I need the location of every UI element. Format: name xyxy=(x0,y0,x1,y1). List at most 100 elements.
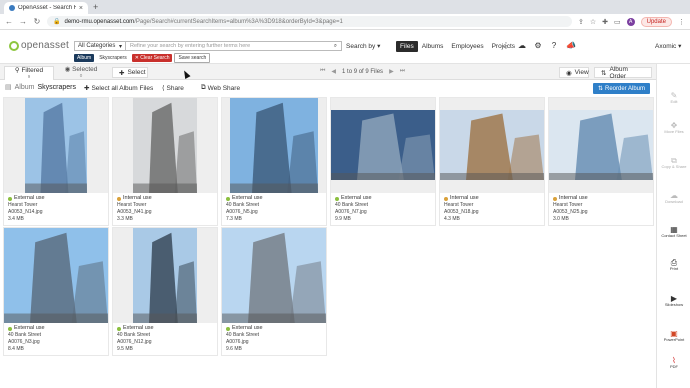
back-icon[interactable]: ← xyxy=(5,17,13,26)
help-icon[interactable]: ? xyxy=(550,41,558,50)
file-card[interactable]: Internal use Hearst Tower A0053_N41.jpg 3.3… xyxy=(112,97,218,226)
usage-label: External use xyxy=(123,325,154,331)
more-vertical-icon[interactable]: ⋮ xyxy=(502,41,510,50)
file-card[interactable]: Internal use Hearst Tower A0053_N25.jpg 3.0… xyxy=(548,97,654,226)
file-thumbnail[interactable] xyxy=(222,228,326,323)
move-files-tool[interactable]: ✥ Move Files xyxy=(657,121,690,134)
nav-albums[interactable]: Albums xyxy=(418,41,448,52)
save-search-button[interactable]: Save search xyxy=(174,53,211,63)
file-thumbnail[interactable] xyxy=(113,98,217,193)
search-icon[interactable]: ⌕ xyxy=(334,43,337,50)
web-share-button[interactable]: ⧉ Web Share xyxy=(201,84,240,92)
tab-selected[interactable]: ◉ Selected 0 xyxy=(56,66,106,80)
file-name: A0076.jpg xyxy=(226,339,249,345)
clear-search-button[interactable]: ✕ Clear Search xyxy=(131,54,173,62)
select-button[interactable]: ✚ Select xyxy=(112,67,148,78)
file-thumbnail[interactable] xyxy=(4,228,108,323)
share-page-icon[interactable]: ⇪ xyxy=(578,18,584,26)
move-icon: ✥ xyxy=(670,121,678,130)
browser-menu-icon[interactable]: ⋮ xyxy=(678,18,685,26)
main-nav: Files Albums Employees Projects xyxy=(396,41,519,52)
view-button[interactable]: ◉ View xyxy=(559,67,589,78)
clear-search-label: Clear Search xyxy=(140,55,170,61)
next-page-icon[interactable]: ▶ xyxy=(389,68,394,75)
file-meta: External use 40 Bank Street A0076_N12.jpg 9… xyxy=(117,325,154,353)
file-card[interactable]: External use 40 Bank Street A0076_N7.jpg 9.… xyxy=(330,97,436,226)
prev-page-icon[interactable]: ◀ xyxy=(331,68,336,75)
user-menu[interactable]: Axomic ▾ xyxy=(655,42,681,50)
last-page-icon[interactable]: ⏭ xyxy=(400,68,405,75)
browser-tab[interactable]: OpenAsset - Search Results × xyxy=(4,2,88,14)
address-bar[interactable]: 🔒 demo-rmu.openasset.com/Page/Search#cur… xyxy=(47,16,572,27)
file-name: A0076_N3.jpg xyxy=(8,339,40,345)
file-card[interactable]: Internal use Hearst Tower A0053_N18.jpg 4.3… xyxy=(439,97,545,226)
user-name: Axomic xyxy=(655,43,677,50)
grid-icon: ▦ xyxy=(670,225,678,234)
bookmark-star-icon[interactable]: ☆ xyxy=(590,18,596,26)
project-name: 40 Bank Street xyxy=(226,202,260,208)
album-order-button[interactable]: ⇅ Album Order xyxy=(594,66,652,80)
powerpoint-tool[interactable]: ▣ PowerPoint xyxy=(657,330,690,342)
usage-status: External use xyxy=(8,325,45,332)
edit-label: Edit xyxy=(670,98,678,104)
edit-tool[interactable]: ✎ Edit xyxy=(657,92,690,104)
sort-icon: ⇅ xyxy=(601,69,607,77)
file-thumbnail[interactable] xyxy=(331,98,435,193)
file-card[interactable]: External use 40 Bank Street A0076_N5.jpg 7.… xyxy=(221,97,327,226)
search-input[interactable]: Refine your search by entering further t… xyxy=(126,41,342,51)
profile-avatar[interactable]: A xyxy=(626,17,635,26)
announcement-icon[interactable]: 📣 xyxy=(566,41,576,50)
file-card[interactable]: External use 40 Bank Street A0076_N12.jpg 9… xyxy=(112,227,218,356)
category-select[interactable]: All Categories ▾ xyxy=(74,41,126,51)
extensions-icon[interactable]: ✚ xyxy=(602,18,608,26)
download-tool[interactable]: ☁ Download xyxy=(657,192,690,204)
browser-toolbar: ← → ↻ 🔒 demo-rmu.openasset.com/Page/Sear… xyxy=(0,14,690,30)
select-icon: ✚ xyxy=(119,69,125,77)
update-button[interactable]: Update xyxy=(640,16,672,27)
nav-files[interactable]: Files xyxy=(396,41,418,52)
share-button[interactable]: ⟨ Share xyxy=(162,84,184,93)
slideshow-tool[interactable]: ▶ Slideshow xyxy=(657,295,690,307)
tab-filtered[interactable]: ⚲ Filtered 9 xyxy=(4,66,54,80)
project-name: 40 Bank Street xyxy=(117,332,151,338)
file-name: A0076_N12.jpg xyxy=(117,339,152,345)
contact-sheet-tool[interactable]: ▦ Contact Sheet xyxy=(657,225,690,238)
file-thumbnail[interactable] xyxy=(222,98,326,193)
selected-count: 0 xyxy=(79,73,83,78)
file-thumbnail[interactable] xyxy=(4,98,108,193)
file-thumbnail[interactable] xyxy=(113,228,217,323)
select-all-button[interactable]: ✚ Select all Album Files xyxy=(84,84,153,93)
sidebar-icon[interactable]: ▭ xyxy=(614,18,621,26)
upload-cloud-icon[interactable]: ☁ xyxy=(518,41,526,50)
new-tab-button[interactable]: + xyxy=(93,2,98,12)
usage-label: External use xyxy=(232,195,263,201)
reorder-album-button[interactable]: ⇅ Reorder Album xyxy=(593,83,650,94)
settings-gear-icon[interactable]: ⚙ xyxy=(534,41,542,50)
selected-text: Selected xyxy=(72,66,98,73)
forward-icon[interactable]: → xyxy=(19,17,27,26)
file-card[interactable]: External use 40 Bank Street A0076_N3.jpg 8.… xyxy=(3,227,109,356)
file-name: A0076_N5.jpg xyxy=(226,209,258,215)
file-thumbnail[interactable] xyxy=(549,98,653,193)
lock-icon: 🔒 xyxy=(53,19,61,25)
category-select-value: All Categories xyxy=(78,43,116,49)
file-thumbnail[interactable] xyxy=(440,98,544,193)
openasset-logo[interactable]: openasset xyxy=(9,40,69,51)
usage-label: External use xyxy=(232,325,263,331)
print-tool[interactable]: ⎙ Print xyxy=(657,259,690,271)
file-card[interactable]: External use 40 Bank Street A0076.jpg 9.6 M… xyxy=(221,227,327,356)
file-card[interactable]: External use Hearst Tower A0053_N14.jpg 3.4… xyxy=(3,97,109,226)
album-filter-chip[interactable]: Album xyxy=(74,54,95,62)
search-by-dropdown[interactable]: Search by ▾ xyxy=(346,42,380,50)
album-name: Skyscrapers xyxy=(37,83,76,91)
tab-close-icon[interactable]: × xyxy=(79,5,83,12)
reload-icon[interactable]: ↻ xyxy=(33,17,41,26)
logo-mark-icon xyxy=(9,40,19,51)
pdf-tool[interactable]: ⌇ PDF xyxy=(657,357,690,369)
first-page-icon[interactable]: ⏮ xyxy=(320,68,325,75)
download-label: Download xyxy=(665,198,683,204)
copy-share-tool[interactable]: ⧉ Copy & Share xyxy=(657,157,690,169)
view-icon: ◉ xyxy=(566,69,572,77)
usage-label: External use xyxy=(341,195,372,201)
nav-employees[interactable]: Employees xyxy=(447,41,487,52)
